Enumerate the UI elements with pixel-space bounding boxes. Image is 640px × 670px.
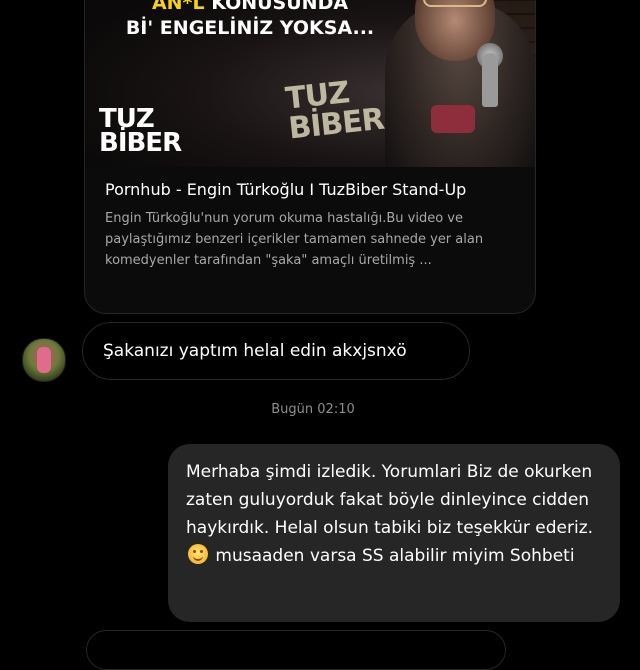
incoming-message-text: Şakanızı yaptım helal edin akxjsnxö <box>103 341 407 361</box>
link-preview-description: Engin Türkoğlu'nun yorum okuma hastalığı… <box>105 211 484 268</box>
smiling-face-icon <box>188 544 208 564</box>
message-timestamp: Bugün 02:10 <box>271 402 355 417</box>
headline-part2: Bİ' ENGELİNİZ YOKSA... <box>125 17 375 39</box>
thumbnail-headline: AN*L KONUSUNDA Bİ' ENGELİNİZ YOKSA... <box>85 0 415 41</box>
outgoing-message-bubble[interactable]: Merhaba şimdi izledik. Yorumlari Biz de … <box>168 444 620 622</box>
tuzbiber-logo: TUZ BİBER <box>99 104 182 158</box>
outgoing-message-text: Merhaba şimdi izledik. Yorumlari Biz de … <box>186 462 594 538</box>
phone-in-hand <box>431 105 475 133</box>
incoming-message-bubble[interactable]: Şakanızı yaptım helal edin akxjsnxö <box>82 322 470 380</box>
outgoing-message-text-end: musaaden varsa SS alabilir miyim Sohbeti <box>210 546 575 566</box>
microphone-stand <box>482 53 498 107</box>
link-preview-card[interactable]: TUZ BİBER TUZ BİBER AN*L KONUSUNDA Bİ' E… <box>84 0 536 314</box>
video-thumbnail[interactable]: TUZ BİBER TUZ BİBER AN*L KONUSUNDA Bİ' E… <box>85 0 535 167</box>
avatar[interactable] <box>22 338 66 382</box>
glasses-shape <box>423 0 487 7</box>
link-preview-title[interactable]: Pornhub - Engin Türkoğlu I TuzBiber Stan… <box>105 177 519 202</box>
avatar-figure <box>37 347 51 373</box>
stage-sign-logo: TUZ BİBER <box>283 75 386 147</box>
link-preview-text: Pornhub - Engin Türkoğlu I TuzBiber Stan… <box>105 177 519 271</box>
headline-highlight: AN*L <box>151 0 205 14</box>
headline-part1: KONUSUNDA <box>204 0 349 14</box>
partial-message-bubble[interactable] <box>86 630 506 670</box>
